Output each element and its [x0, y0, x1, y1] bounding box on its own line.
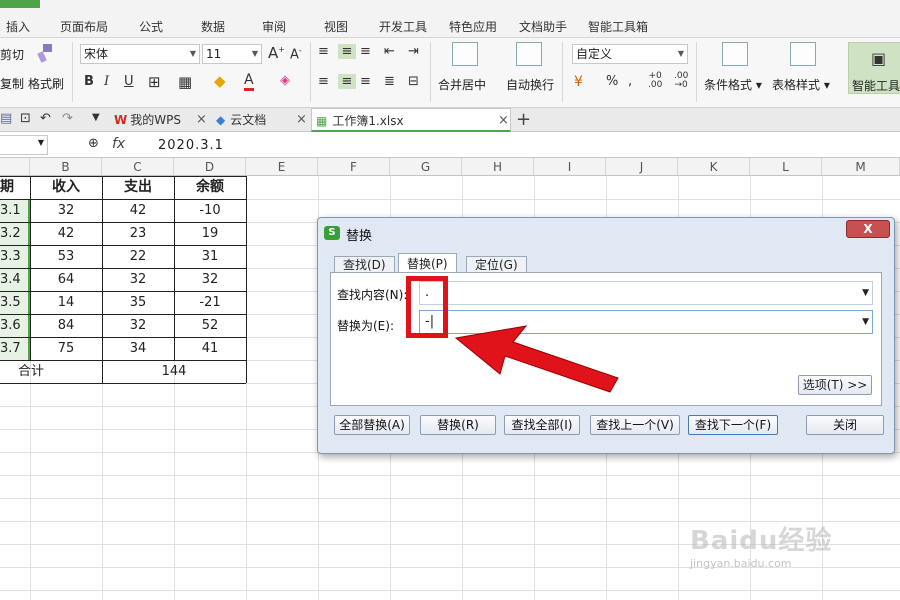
watermark-url: jingyan.baidu.com: [690, 557, 792, 570]
watermark-brand: Baidu经验: [690, 526, 833, 556]
annotation-arrow-icon: [454, 325, 619, 393]
